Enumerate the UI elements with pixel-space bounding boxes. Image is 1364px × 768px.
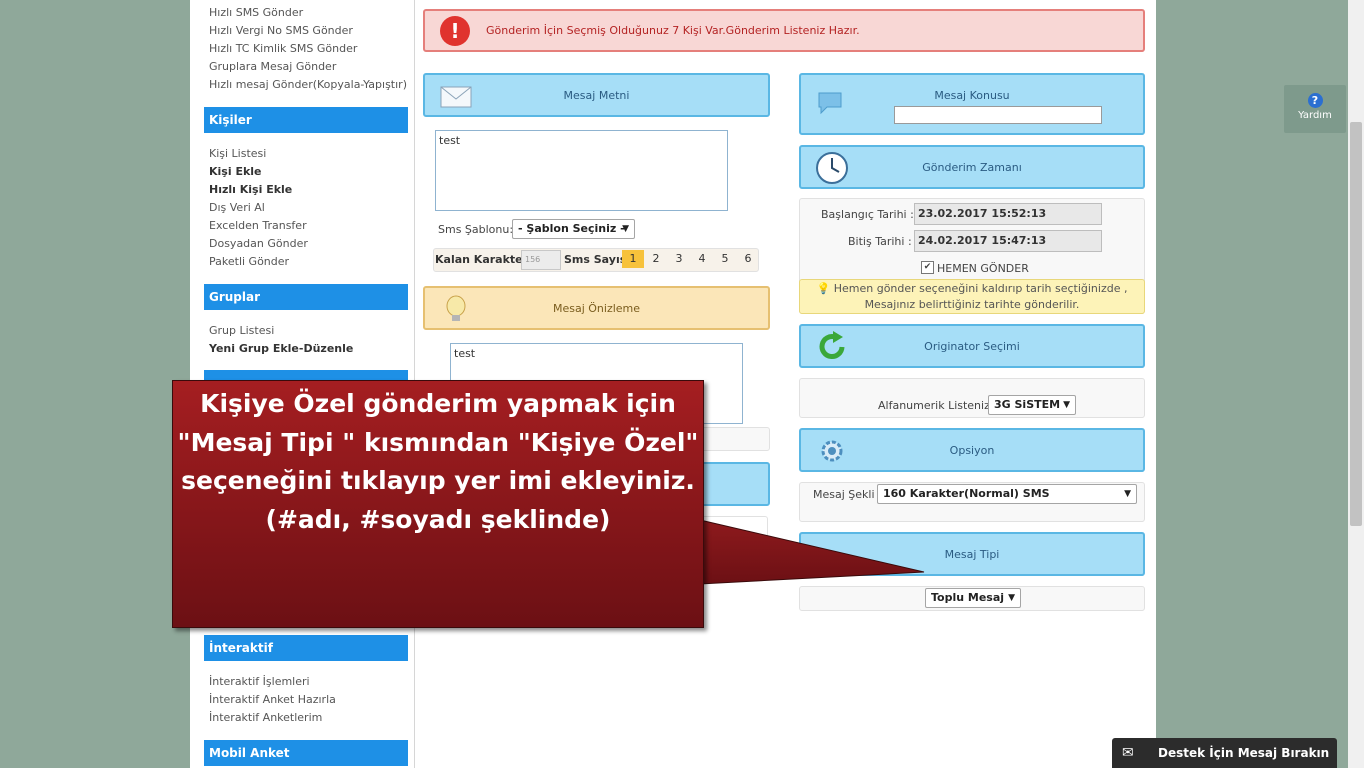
hidden-panel <box>700 462 770 506</box>
message-type-select[interactable]: Toplu Mesaj ▼ <box>925 588 1021 608</box>
caret-down-icon: ▼ <box>1063 400 1070 410</box>
message-shape-label: Mesaj Şekli : <box>813 488 882 501</box>
sms-count-1: 1 <box>622 250 644 268</box>
sidebar-section-mobil-anket[interactable]: Mobil Anket <box>204 740 408 766</box>
sidebar-item-hizli-kisi-ekle[interactable]: Hızlı Kişi Ekle <box>209 183 292 196</box>
callout-line-3: seçeneğini tıklayıp yer imi ekleyiniz. <box>181 466 695 495</box>
message-preview-panel: Mesaj Önizleme <box>423 286 770 330</box>
originator-label: Alfanumerik Listeniz <box>878 399 990 412</box>
subject-input[interactable] <box>894 106 1102 124</box>
originator-title: Originator Seçimi <box>924 340 1020 353</box>
sidebar-item-paketli-gonder[interactable]: Paketli Gönder <box>209 255 289 268</box>
exclamation-icon: ! <box>440 16 470 46</box>
start-date-label: Başlangıç Tarihi : <box>821 208 914 221</box>
sidebar-item-grup-listesi[interactable]: Grup Listesi <box>209 324 274 337</box>
originator-box <box>799 378 1145 418</box>
message-text-panel: Mesaj Metni <box>423 73 770 117</box>
sidebar-item-dis-veri-al[interactable]: Dış Veri Al <box>209 201 265 214</box>
sidebar-item-interaktif-anketlerim[interactable]: İnteraktif Anketlerim <box>209 711 322 724</box>
message-preview-title: Mesaj Önizleme <box>552 302 641 315</box>
sms-count-2: 2 <box>652 252 660 265</box>
start-date-field[interactable]: 23.02.2017 15:52:13 <box>914 203 1102 225</box>
remaining-label: Kalan Karakter <box>435 253 529 266</box>
options-panel: Opsiyon <box>799 428 1145 472</box>
caret-down-icon: ▼ <box>1124 489 1131 499</box>
subject-panel: Mesaj Konusu <box>799 73 1145 135</box>
sms-count-label: Sms Sayısı <box>564 253 631 266</box>
options-title: Opsiyon <box>949 444 995 457</box>
sidebar-item-dosyadan-gonder[interactable]: Dosyadan Gönder <box>209 237 308 250</box>
caret-down-icon: ▼ <box>1008 593 1015 603</box>
message-text-title: Mesaj Metni <box>563 89 630 102</box>
tutorial-callout: Kişiye Özel gönderim yapmak için "Mesaj … <box>172 380 704 628</box>
callout-line-1: Kişiye Özel gönderim yapmak için <box>200 389 676 418</box>
sidebar-item-kisi-listesi[interactable]: Kişi Listesi <box>209 147 266 160</box>
callout-pointer <box>699 519 925 585</box>
question-icon: ? <box>1307 93 1323 108</box>
sidebar-item-interaktif-anket-hazirla[interactable]: İnteraktif Anket Hazırla <box>209 693 336 706</box>
envelope-icon: ✉ <box>1122 745 1134 761</box>
help-label: Yardım <box>1298 110 1332 121</box>
message-shape-select[interactable]: 160 Karakter(Normal) SMS ▼ <box>877 484 1137 504</box>
originator-select[interactable]: 3G SiSTEM ▼ <box>988 395 1076 415</box>
message-textarea[interactable]: test <box>435 130 728 211</box>
send-now-hint: 💡 Hemen gönder seçeneğini kaldırıp tarih… <box>799 279 1145 314</box>
schedule-panel: Gönderim Zamanı <box>799 145 1145 189</box>
sms-count-6: 6 <box>744 252 752 265</box>
sidebar-item-kisi-ekle[interactable]: Kişi Ekle <box>209 165 262 178</box>
sidebar-item-vergi-no-sms[interactable]: Hızlı Vergi No SMS Gönder <box>209 24 353 37</box>
sidebar-item-gruplara-mesaj[interactable]: Gruplara Mesaj Gönder <box>209 60 336 73</box>
subject-title: Mesaj Konusu <box>934 89 1010 102</box>
send-now-label: HEMEN GÖNDER <box>937 262 1029 275</box>
originator-panel: Originator Seçimi <box>799 324 1145 368</box>
support-label: Destek İçin Mesaj Bırakın <box>1158 746 1330 760</box>
schedule-title: Gönderim Zamanı <box>922 161 1022 174</box>
sidebar-item-excelden-transfer[interactable]: Excelden Transfer <box>209 219 307 232</box>
preview-footer-bar <box>700 427 770 451</box>
callout-line-2: "Mesaj Tipi " kısmından "Kişiye Özel" <box>177 427 699 457</box>
template-label: Sms Şablonu: <box>438 223 514 236</box>
callout-line-4: (#adı, #soyadı şeklinde) <box>265 504 611 534</box>
sidebar-section-kisiler[interactable]: Kişiler <box>204 107 408 133</box>
remaining-value: 156 <box>521 250 561 270</box>
bulb-small-icon: 💡 <box>816 282 831 295</box>
sms-count-4: 4 <box>698 252 706 265</box>
sidebar-section-gruplar[interactable]: Gruplar <box>204 284 408 310</box>
help-button[interactable]: ? Yardım <box>1284 85 1346 133</box>
alert-banner: ! Gönderim İçin Seçmiş Olduğunuz 7 Kişi … <box>423 9 1145 52</box>
caret-down-icon: ▼ <box>622 224 629 234</box>
scrollbar-thumb[interactable] <box>1350 122 1362 526</box>
sms-count-5: 5 <box>721 252 729 265</box>
sidebar-section-interaktif[interactable]: İnteraktif <box>204 635 408 661</box>
support-message-button[interactable]: ✉ Destek İçin Mesaj Bırakın <box>1112 738 1337 768</box>
alert-text: Gönderim İçin Seçmiş Olduğunuz 7 Kişi Va… <box>486 24 860 37</box>
sidebar-item-tc-kimlik-sms[interactable]: Hızlı TC Kimlik SMS Gönder <box>209 42 357 55</box>
end-date-label: Bitiş Tarihi : <box>848 235 912 248</box>
template-select[interactable]: - Şablon Seçiniz - ▼ <box>512 219 635 239</box>
sidebar-item-interaktif-islemleri[interactable]: İnteraktif İşlemleri <box>209 675 310 688</box>
end-date-field[interactable]: 24.02.2017 15:47:13 <box>914 230 1102 252</box>
sms-count-3: 3 <box>675 252 683 265</box>
sidebar-item-kopyala-yapistir[interactable]: Hızlı mesaj Gönder(Kopyala-Yapıştır) <box>209 78 407 91</box>
sidebar-item-yeni-grup[interactable]: Yeni Grup Ekle-Düzenle <box>209 342 353 355</box>
sidebar-item-hizli-sms[interactable]: Hızlı SMS Gönder <box>209 6 303 19</box>
send-now-checkbox[interactable]: ✔ <box>921 261 934 274</box>
